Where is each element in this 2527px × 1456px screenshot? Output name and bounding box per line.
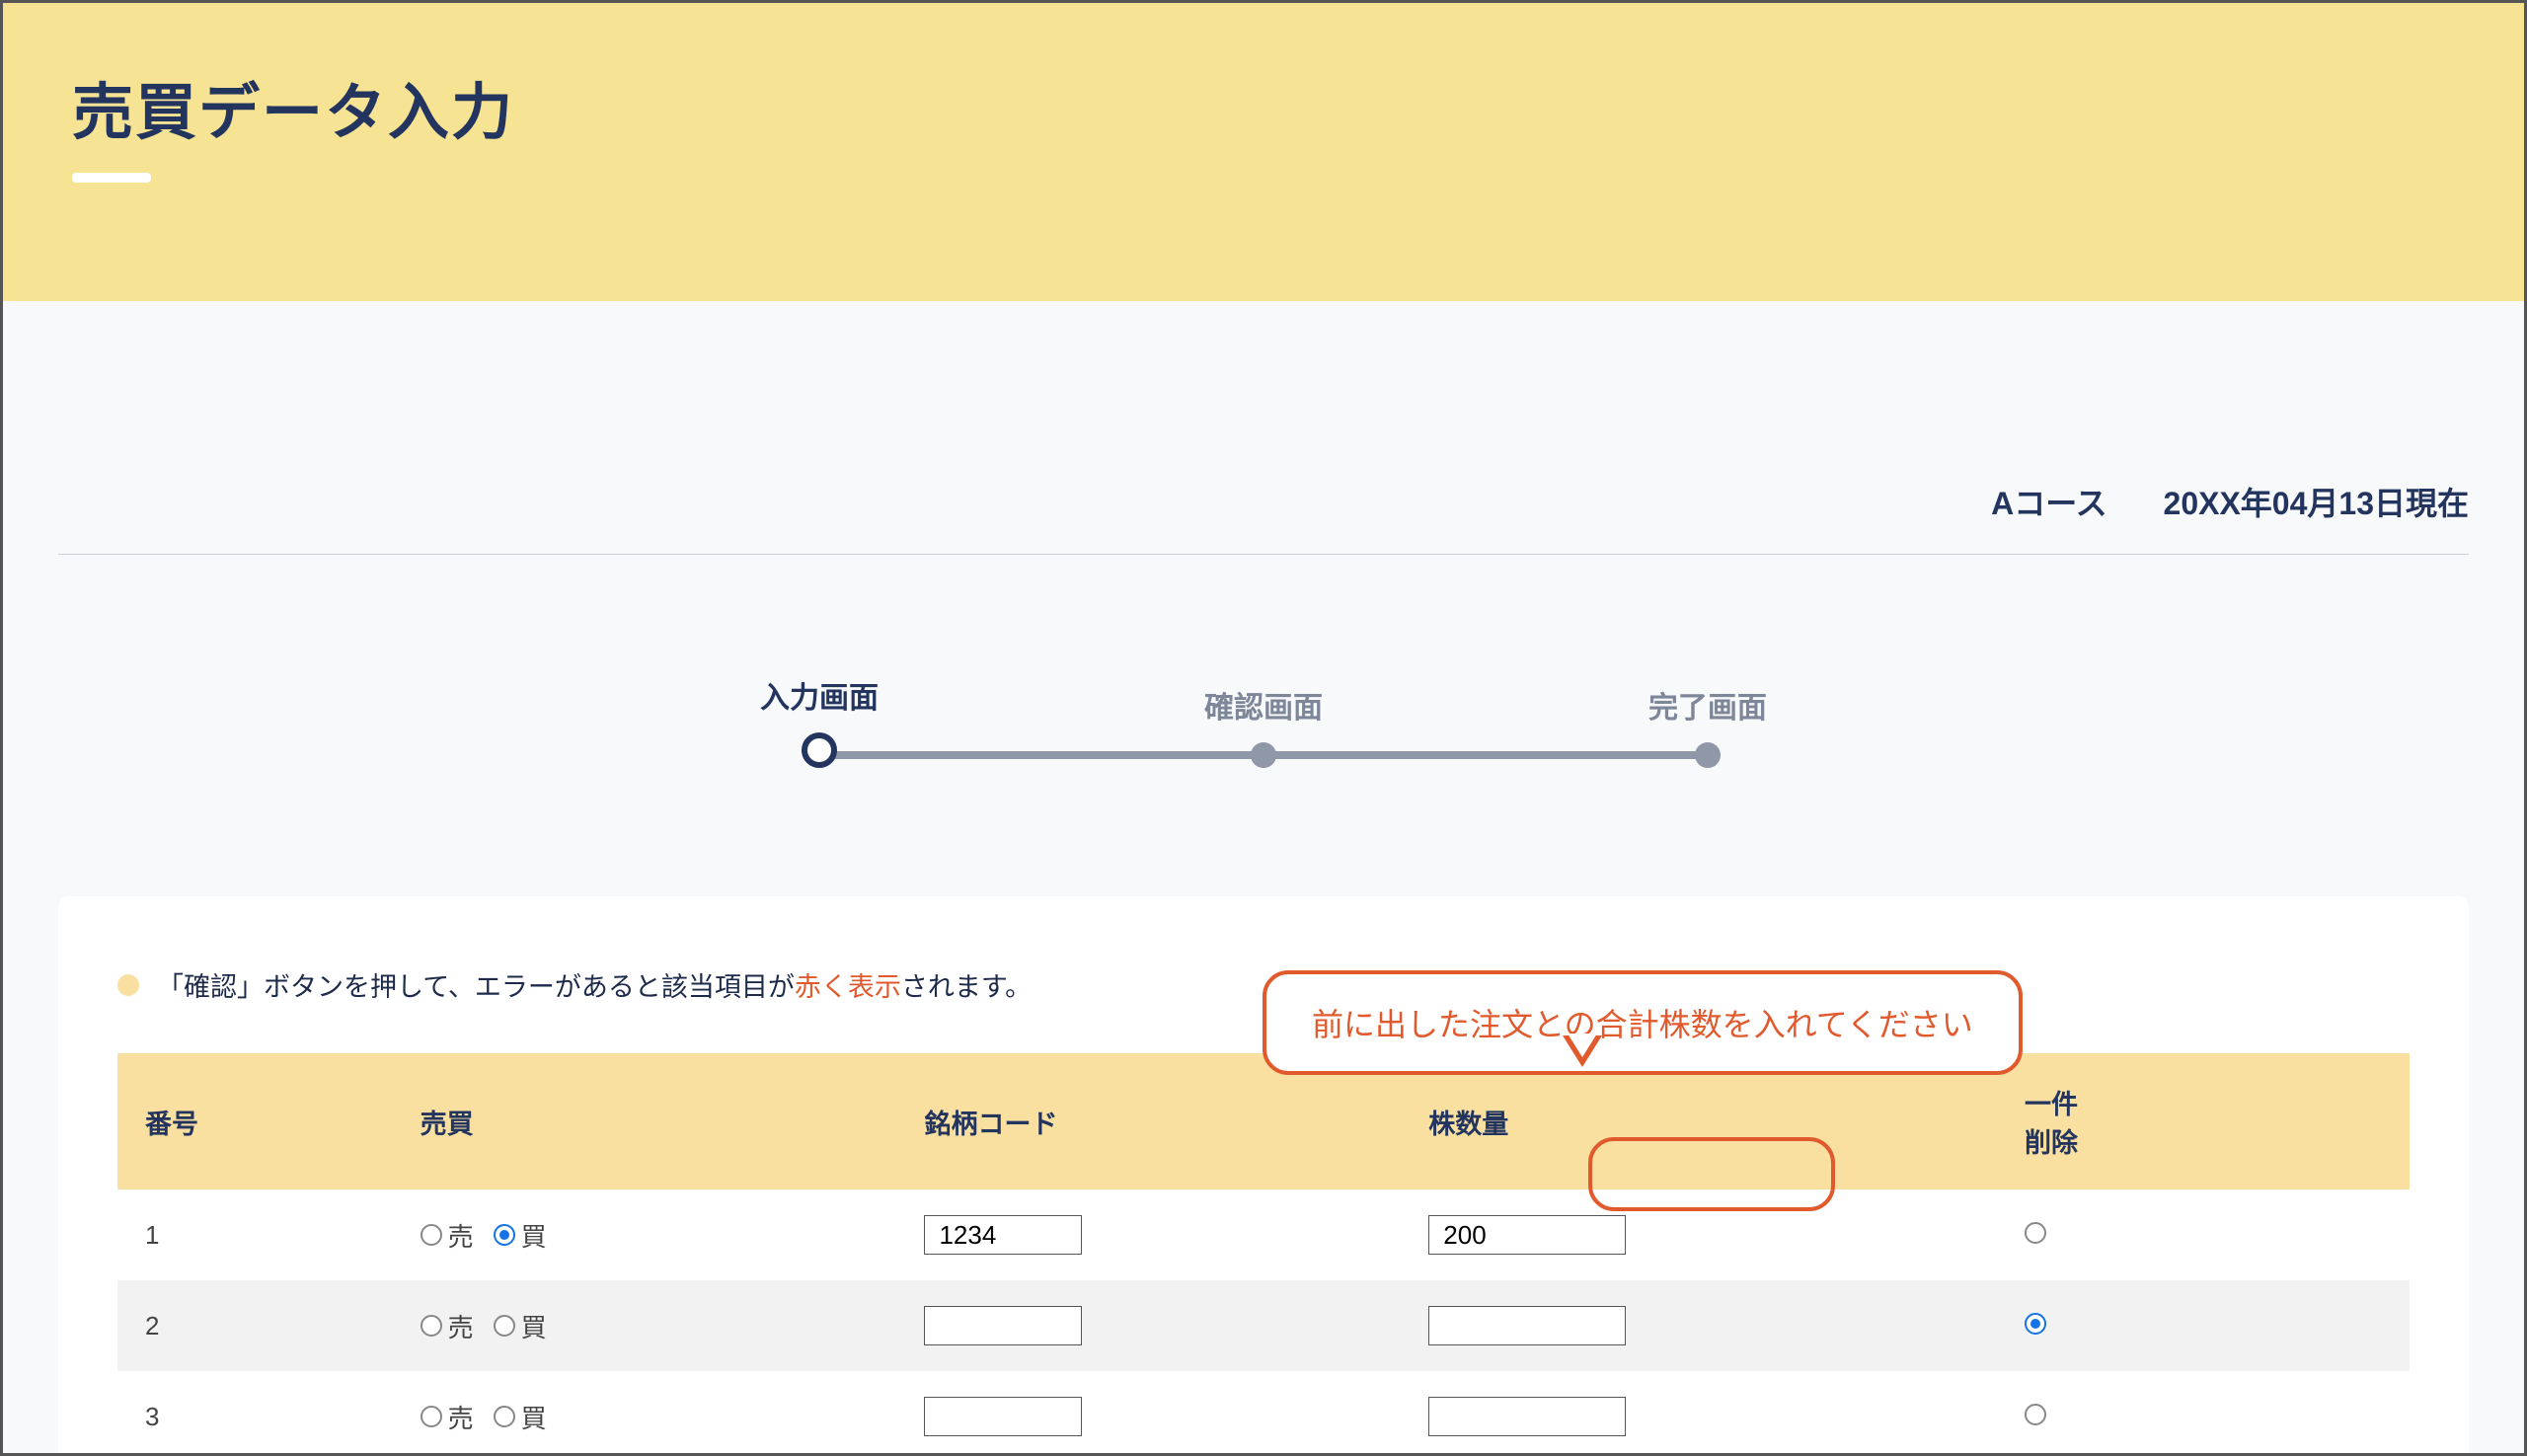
cell-side: 売買 xyxy=(393,1280,897,1371)
step-dot-icon xyxy=(1251,742,1276,768)
cell-delete xyxy=(1997,1371,2410,1456)
radio-buy[interactable] xyxy=(494,1406,515,1427)
stepper: 入力画面 確認画面 完了画面 xyxy=(597,673,1930,768)
step-label: 確認画面 xyxy=(1041,683,1486,727)
step-line xyxy=(819,751,1264,759)
notice-prefix: 「確認」ボタンを押して、エラーがあると該当項目が xyxy=(157,972,795,1002)
cell-delete xyxy=(1997,1280,2410,1371)
quantity-input[interactable] xyxy=(1428,1397,1626,1436)
course-label: Aコース xyxy=(1991,486,2107,521)
table-row: 2売買 xyxy=(117,1280,2410,1371)
delete-radio[interactable] xyxy=(2025,1222,2046,1244)
cell-no: 1 xyxy=(117,1189,393,1280)
delete-radio[interactable] xyxy=(2025,1404,2046,1425)
notice-suffix: されます。 xyxy=(901,972,1032,1002)
label-buy: 買 xyxy=(521,1308,547,1344)
cell-no: 2 xyxy=(117,1280,393,1371)
entry-table: 番号 売買 銘柄コード 株数量 一件 削除 1売買2売買3売買 xyxy=(117,1053,2410,1456)
cell-qty xyxy=(1401,1371,1997,1456)
code-input[interactable] xyxy=(924,1215,1082,1255)
callout-tail-icon xyxy=(1563,1035,1602,1067)
banner: 売買データ入力 xyxy=(3,3,2524,301)
radio-buy[interactable] xyxy=(494,1224,515,1246)
cell-side: 売買 xyxy=(393,1371,897,1456)
label-sell: 売 xyxy=(448,1217,474,1254)
table-row: 3売買 xyxy=(117,1371,2410,1456)
radio-sell[interactable] xyxy=(421,1406,442,1427)
th-delete: 一件 削除 xyxy=(1997,1053,2410,1189)
quantity-input[interactable] xyxy=(1428,1306,1626,1345)
label-buy: 買 xyxy=(521,1399,547,1435)
cell-qty xyxy=(1401,1280,1997,1371)
radio-buy[interactable] xyxy=(494,1315,515,1337)
cell-code xyxy=(896,1189,1401,1280)
subheader: Aコース 20XX年04月13日現在 xyxy=(58,301,2469,555)
step-label: 入力画面 xyxy=(597,673,1041,717)
cell-code xyxy=(896,1371,1401,1456)
label-sell: 売 xyxy=(448,1308,474,1344)
cell-delete xyxy=(1997,1189,2410,1280)
callout-text: 前に出した注文との合計株数を入れてください xyxy=(1312,1007,1973,1042)
form-card: 「確認」ボタンを押して、エラーがあると該当項目が赤く表示されます。 前に出した注… xyxy=(58,896,2469,1456)
th-no: 番号 xyxy=(117,1053,393,1189)
table-wrap: 前に出した注文との合計株数を入れてください 番号 売買 銘柄コード 株数量 一件… xyxy=(117,1053,2410,1456)
step-dot-active-icon xyxy=(802,732,837,768)
delete-radio[interactable] xyxy=(2025,1313,2046,1335)
callout: 前に出した注文との合計株数を入れてください xyxy=(1263,970,2023,1075)
radio-sell[interactable] xyxy=(421,1224,442,1246)
cell-code xyxy=(896,1280,1401,1371)
code-input[interactable] xyxy=(924,1397,1082,1436)
code-input[interactable] xyxy=(924,1306,1082,1345)
cell-side: 売買 xyxy=(393,1189,897,1280)
th-side: 売買 xyxy=(393,1053,897,1189)
bullet-icon xyxy=(117,974,139,996)
notice-highlight: 赤く表示 xyxy=(795,972,901,1002)
radio-sell[interactable] xyxy=(421,1315,442,1337)
step-dot-icon xyxy=(1695,742,1721,768)
label-buy: 買 xyxy=(521,1217,547,1254)
page-title: 売買データ入力 xyxy=(72,62,2455,151)
step-label: 完了画面 xyxy=(1486,683,1930,727)
table-row: 1売買 xyxy=(117,1189,2410,1280)
cell-no: 3 xyxy=(117,1371,393,1456)
asof-label: 20XX年04月13日現在 xyxy=(2164,486,2469,521)
label-sell: 売 xyxy=(448,1399,474,1435)
quantity-input[interactable] xyxy=(1428,1215,1626,1255)
title-underline xyxy=(72,173,151,183)
cell-qty xyxy=(1401,1189,1997,1280)
step-line xyxy=(1264,751,1708,759)
